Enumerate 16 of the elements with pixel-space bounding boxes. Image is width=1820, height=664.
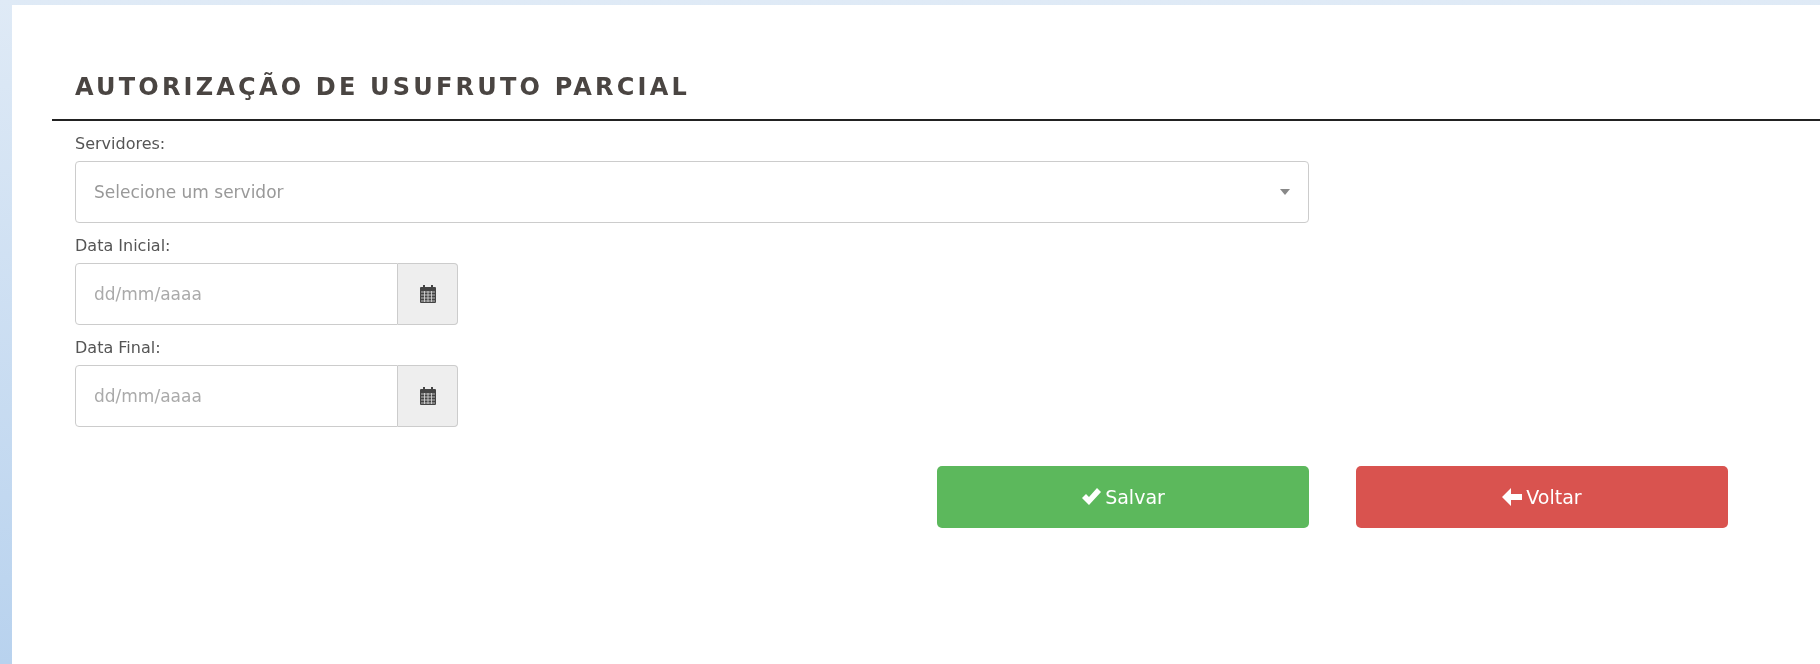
save-button[interactable]: Salvar [937, 466, 1309, 528]
caret-icon [1280, 189, 1290, 195]
field-label: Data Inicial: [75, 235, 172, 257]
field-label: Data Final: [75, 337, 162, 359]
date-field[interactable]: dd/mm/aaaa [75, 365, 398, 427]
check-icon [1081, 488, 1102, 506]
calendar-button[interactable] [398, 263, 458, 325]
calendar-icon [419, 285, 436, 303]
arrow-left-icon [1502, 488, 1523, 506]
field-label: Servidores: [75, 133, 167, 155]
date-field[interactable]: dd/mm/aaaa [75, 263, 398, 325]
page-title: AUTORIZAÇÃO DE USUFRUTO PARCIAL [75, 71, 691, 103]
calendar-button[interactable] [398, 365, 458, 427]
server-select[interactable]: Selecione um servidor [75, 161, 1309, 223]
calendar-icon [419, 387, 436, 405]
back-button[interactable]: Voltar [1356, 466, 1728, 528]
